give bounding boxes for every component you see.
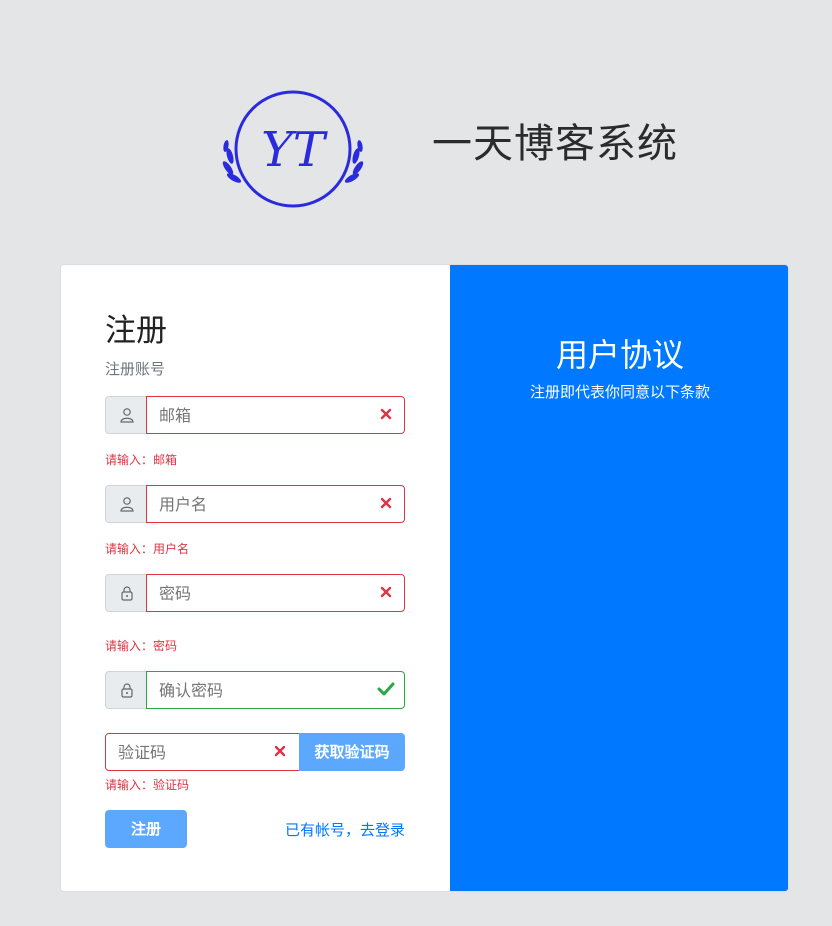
invalid-icon — [380, 586, 392, 598]
register-button[interactable]: 注册 — [105, 810, 187, 848]
password-input[interactable] — [146, 574, 405, 612]
invalid-icon — [380, 497, 392, 509]
password-error: 请输入：密码 — [105, 639, 178, 653]
invalid-icon — [274, 745, 286, 757]
password-group — [105, 574, 405, 612]
register-card: 注册 注册账号 请输入：邮箱 请输入：用户名 请输 — [60, 264, 789, 892]
register-form: 注册 注册账号 请输入：邮箱 请输入：用户名 请输 — [61, 265, 450, 891]
username-group — [105, 485, 405, 523]
user-icon — [105, 485, 147, 523]
form-subtitle: 注册账号 — [105, 360, 166, 378]
logo-icon: YT — [222, 90, 364, 208]
check-icon — [377, 682, 395, 696]
agreement-panel: 用户协议 注册即代表你同意以下条款 — [450, 265, 788, 891]
email-error: 请输入：邮箱 — [105, 453, 178, 467]
username-input[interactable] — [146, 485, 405, 523]
invalid-icon — [380, 408, 392, 420]
captcha-group: 获取验证码 — [105, 733, 405, 771]
agreement-subtitle: 注册即代表你同意以下条款 — [529, 383, 710, 401]
site-title: 一天博客系统 — [432, 121, 678, 167]
user-icon — [105, 396, 147, 434]
confirm-password-group — [105, 671, 405, 709]
username-error: 请输入：用户名 — [105, 542, 190, 556]
form-title: 注册 — [105, 313, 167, 349]
confirm-password-input[interactable] — [146, 671, 405, 709]
lock-icon — [105, 574, 147, 612]
captcha-error: 请输入：验证码 — [105, 778, 190, 792]
login-link[interactable]: 已有帐号，去登录 — [285, 820, 405, 840]
email-group — [105, 396, 405, 434]
get-captcha-button[interactable]: 获取验证码 — [299, 733, 405, 771]
logo-text: YT — [261, 122, 328, 178]
lock-icon — [105, 671, 147, 709]
agreement-title: 用户协议 — [555, 336, 684, 374]
email-input[interactable] — [146, 396, 405, 434]
captcha-input[interactable] — [105, 733, 300, 771]
brand-header: YT 一天博客系统 — [0, 0, 832, 240]
